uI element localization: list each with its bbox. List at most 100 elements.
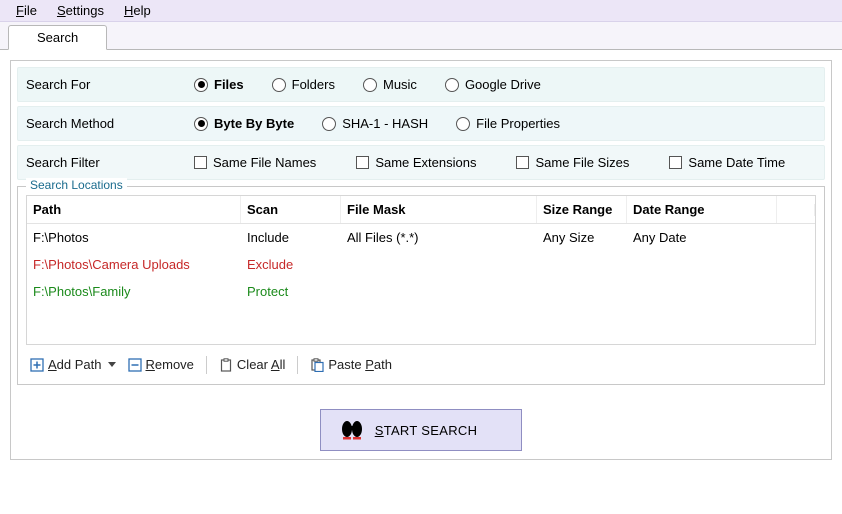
cell-mask: All Files (*.*) — [341, 224, 537, 251]
col-path[interactable]: Path — [27, 196, 241, 223]
toolbar-separator — [297, 356, 298, 374]
toolbar-separator — [206, 356, 207, 374]
cell-date — [627, 286, 777, 298]
check-same-file-names[interactable]: Same File Names — [194, 155, 316, 170]
minus-square-icon — [128, 358, 142, 372]
cell-scan: Exclude — [241, 251, 341, 278]
search-locations-legend: Search Locations — [26, 178, 127, 192]
radio-dot-icon — [363, 78, 377, 92]
search-method-label: Search Method — [26, 116, 194, 131]
cell-mask — [341, 286, 537, 298]
radio-folders-label: Folders — [292, 77, 335, 92]
start-rest: TART SEARCH — [384, 423, 478, 438]
radio-files[interactable]: Files — [194, 77, 244, 92]
col-size-range[interactable]: Size Range — [537, 196, 627, 223]
add-path-text: Add Path — [48, 357, 102, 372]
tab-strip: Search — [0, 22, 842, 50]
menubar: File Settings Help — [0, 0, 842, 22]
cell-path: F:\Photos\Family — [27, 278, 241, 305]
binoculars-icon — [341, 420, 363, 440]
table-row[interactable]: F:\PhotosIncludeAll Files (*.*)Any SizeA… — [27, 224, 815, 251]
check-same-date-time[interactable]: Same Date Time — [669, 155, 785, 170]
radio-dot-icon — [194, 117, 208, 131]
cell-spacer — [777, 259, 815, 271]
paste-path-text: Paste Path — [328, 357, 392, 372]
radio-byte-label: Byte By Byte — [214, 116, 294, 131]
add-path-rest: dd Path — [57, 357, 102, 372]
cell-date — [627, 259, 777, 271]
cell-path: F:\Photos — [27, 224, 241, 251]
paste-path-post: ath — [374, 357, 392, 372]
locations-toolbar: Add Path Remove — [26, 353, 816, 376]
cell-size — [537, 259, 627, 271]
clipboard-icon — [219, 358, 233, 372]
radio-files-label: Files — [214, 77, 244, 92]
radio-sha1-label: SHA-1 - HASH — [342, 116, 428, 131]
menu-file[interactable]: File — [6, 1, 47, 20]
menu-help[interactable]: Help — [114, 1, 161, 20]
radio-file-properties[interactable]: File Properties — [456, 116, 560, 131]
cell-spacer — [777, 286, 815, 298]
table-row[interactable]: F:\Photos\FamilyProtect — [27, 278, 815, 305]
chevron-down-icon — [108, 362, 116, 367]
options-panel: Search For Files Folders Music Google Dr… — [10, 60, 832, 460]
checkbox-icon — [356, 156, 369, 169]
cell-size — [537, 286, 627, 298]
checkbox-icon — [194, 156, 207, 169]
search-filter-choices: Same File Names Same Extensions Same Fil… — [194, 155, 785, 170]
plus-square-icon — [30, 358, 44, 372]
radio-dot-icon — [194, 78, 208, 92]
main-panel: Search For Files Folders Music Google Dr… — [0, 50, 842, 466]
col-file-mask[interactable]: File Mask — [341, 196, 537, 223]
radio-google-drive-label: Google Drive — [465, 77, 541, 92]
radio-folders[interactable]: Folders — [272, 77, 335, 92]
start-search-wrap: START SEARCH — [17, 409, 825, 451]
clear-all-post: ll — [280, 357, 286, 372]
radio-google-drive[interactable]: Google Drive — [445, 77, 541, 92]
add-path-button[interactable]: Add Path — [28, 355, 118, 374]
search-for-choices: Files Folders Music Google Drive — [194, 77, 541, 92]
start-search-label: START SEARCH — [375, 423, 478, 438]
paste-path-button[interactable]: Paste Path — [308, 355, 394, 374]
checkbox-icon — [669, 156, 682, 169]
menu-help-rest: elp — [133, 3, 150, 18]
table-header: Path Scan File Mask Size Range Date Rang… — [27, 196, 815, 224]
col-scan[interactable]: Scan — [241, 196, 341, 223]
clear-all-button[interactable]: Clear All — [217, 355, 287, 374]
locations-table: Path Scan File Mask Size Range Date Rang… — [26, 195, 816, 345]
check-same-file-sizes[interactable]: Same File Sizes — [516, 155, 629, 170]
clear-all-text: Clear All — [237, 357, 285, 372]
cell-mask — [341, 259, 537, 271]
check-same-date-time-label: Same Date Time — [688, 155, 785, 170]
cell-date: Any Date — [627, 224, 777, 251]
tab-search-label: Search — [37, 30, 78, 45]
col-date-range[interactable]: Date Range — [627, 196, 777, 223]
radio-sha1[interactable]: SHA-1 - HASH — [322, 116, 428, 131]
radio-dot-icon — [322, 117, 336, 131]
search-for-label: Search For — [26, 77, 194, 92]
radio-dot-icon — [445, 78, 459, 92]
check-same-file-sizes-label: Same File Sizes — [535, 155, 629, 170]
cell-scan: Include — [241, 224, 341, 251]
menu-settings-rest: ettings — [66, 3, 104, 18]
radio-byte-by-byte[interactable]: Byte By Byte — [194, 116, 294, 131]
cell-path: F:\Photos\Camera Uploads — [27, 251, 241, 278]
menu-settings[interactable]: Settings — [47, 1, 114, 20]
paste-path-pre: Paste — [328, 357, 365, 372]
table-row[interactable]: F:\Photos\Camera UploadsExclude — [27, 251, 815, 278]
check-same-extensions[interactable]: Same Extensions — [356, 155, 476, 170]
tab-search[interactable]: Search — [8, 25, 107, 50]
remove-text: Remove — [146, 357, 194, 372]
start-search-button[interactable]: START SEARCH — [320, 409, 523, 451]
remove-button[interactable]: Remove — [126, 355, 196, 374]
menu-file-rest: ile — [24, 3, 37, 18]
check-same-file-names-label: Same File Names — [213, 155, 316, 170]
search-locations-fieldset: Search Locations Path Scan File Mask Siz… — [17, 186, 825, 385]
cell-scan: Protect — [241, 278, 341, 305]
radio-music[interactable]: Music — [363, 77, 417, 92]
check-same-extensions-label: Same Extensions — [375, 155, 476, 170]
search-method-row: Search Method Byte By Byte SHA-1 - HASH … — [17, 106, 825, 141]
search-for-row: Search For Files Folders Music Google Dr… — [17, 67, 825, 102]
radio-dot-icon — [272, 78, 286, 92]
search-locations-inner: Path Scan File Mask Size Range Date Rang… — [18, 187, 824, 384]
